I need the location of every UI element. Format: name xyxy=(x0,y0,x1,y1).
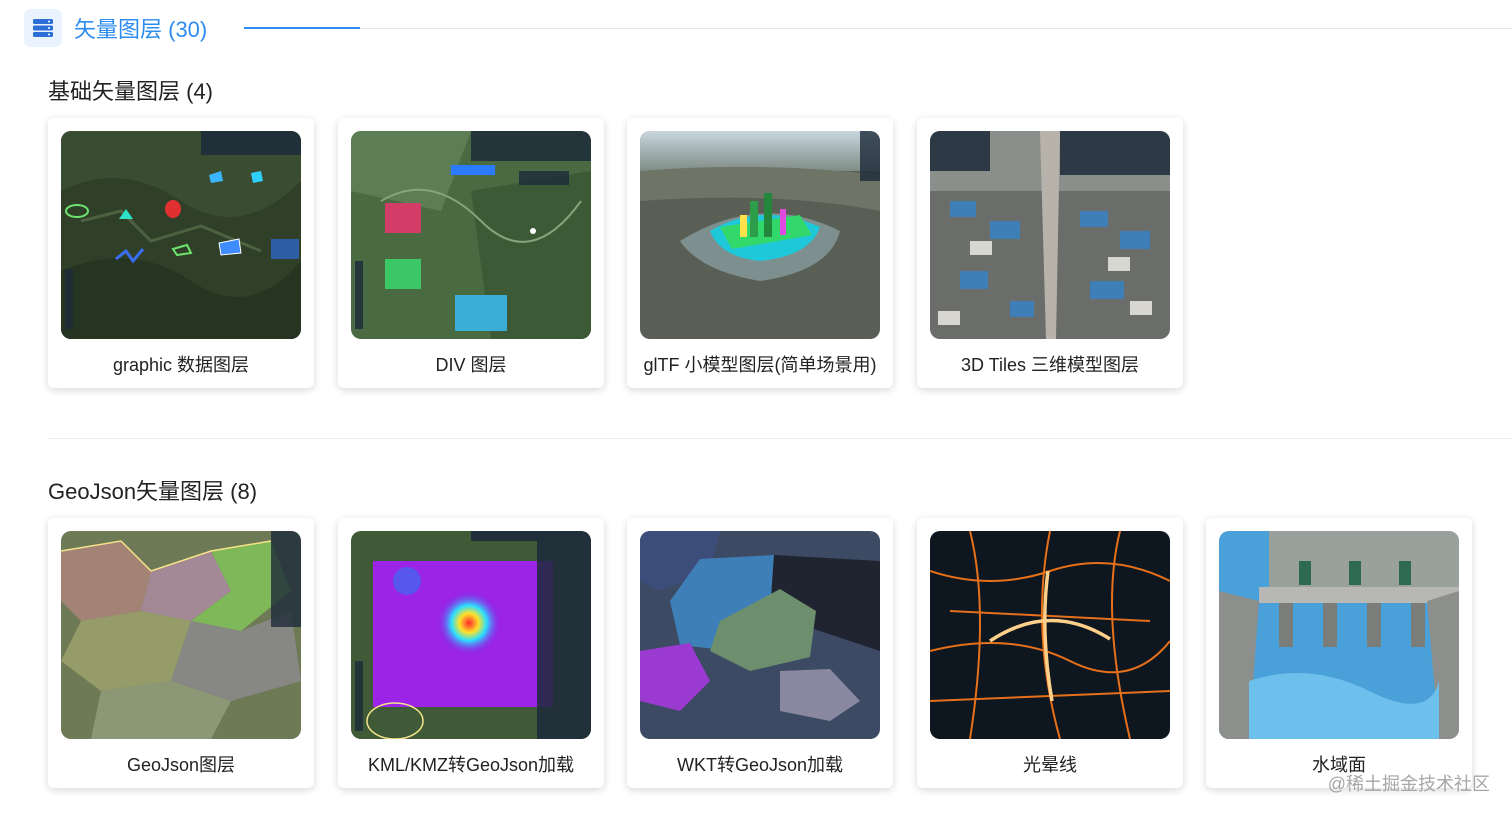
section-title-geojson: GeoJson矢量图层 (8) xyxy=(48,479,258,504)
layer-card-div[interactable]: DIV 图层 xyxy=(338,118,604,388)
layer-card-kml[interactable]: KML/KMZ转GeoJson加载 xyxy=(338,518,604,788)
layer-card-3dtiles[interactable]: 3D Tiles 三维模型图层 xyxy=(917,118,1183,388)
header-divider xyxy=(244,28,1512,29)
layer-card-label: glTF 小模型图层(简单场景用) xyxy=(643,355,877,375)
kml-heatmap-thumbnail xyxy=(351,531,591,739)
layer-card-label: 3D Tiles 三维模型图层 xyxy=(960,355,1140,375)
div-popup-thumbnail xyxy=(351,131,591,339)
layer-card-label: DIV 图层 xyxy=(435,355,507,375)
layer-card-label: KML/KMZ转GeoJson加载 xyxy=(367,755,575,775)
layer-card-gltf[interactable]: glTF 小模型图层(简单场景用) xyxy=(627,118,893,388)
category-header[interactable]: 矢量图层 (30) xyxy=(24,8,207,48)
header-active-indicator xyxy=(244,27,360,29)
layer-card-label: 光晕线 xyxy=(1023,755,1077,775)
layer-card-wkt[interactable]: WKT转GeoJson加载 xyxy=(627,518,893,788)
vector-layers-page: 矢量图层 (30) 基础矢量图层 (4) graphic 数据图层 DIV 图层… xyxy=(0,0,1512,815)
section-divider xyxy=(48,438,1512,439)
section-title-basic: 基础矢量图层 (4) xyxy=(48,79,214,104)
layer-card-water[interactable]: 水域面 xyxy=(1206,518,1472,788)
layer-card-graphic[interactable]: graphic 数据图层 xyxy=(48,118,314,388)
wkt-regions-thumbnail xyxy=(640,531,880,739)
glow-lines-thumbnail xyxy=(930,531,1170,739)
tileset-village-thumbnail xyxy=(930,131,1170,339)
layer-card-glow-line[interactable]: 光晕线 xyxy=(917,518,1183,788)
layer-card-geojson[interactable]: GeoJson图层 xyxy=(48,518,314,788)
water-surface-thumbnail xyxy=(1219,531,1459,739)
watermark: @稀土掘金技术社区 xyxy=(1327,774,1490,794)
layer-card-label: GeoJson图层 xyxy=(126,755,236,775)
category-title: 矢量图层 (30) xyxy=(74,17,208,42)
terrain-graphics-thumbnail xyxy=(61,131,301,339)
district-polygons-thumbnail xyxy=(61,531,301,739)
layer-card-label: WKT转GeoJson加载 xyxy=(676,755,844,775)
server-stack-icon xyxy=(24,9,62,47)
city-model-thumbnail xyxy=(640,131,880,339)
layer-card-label: graphic 数据图层 xyxy=(112,355,250,375)
